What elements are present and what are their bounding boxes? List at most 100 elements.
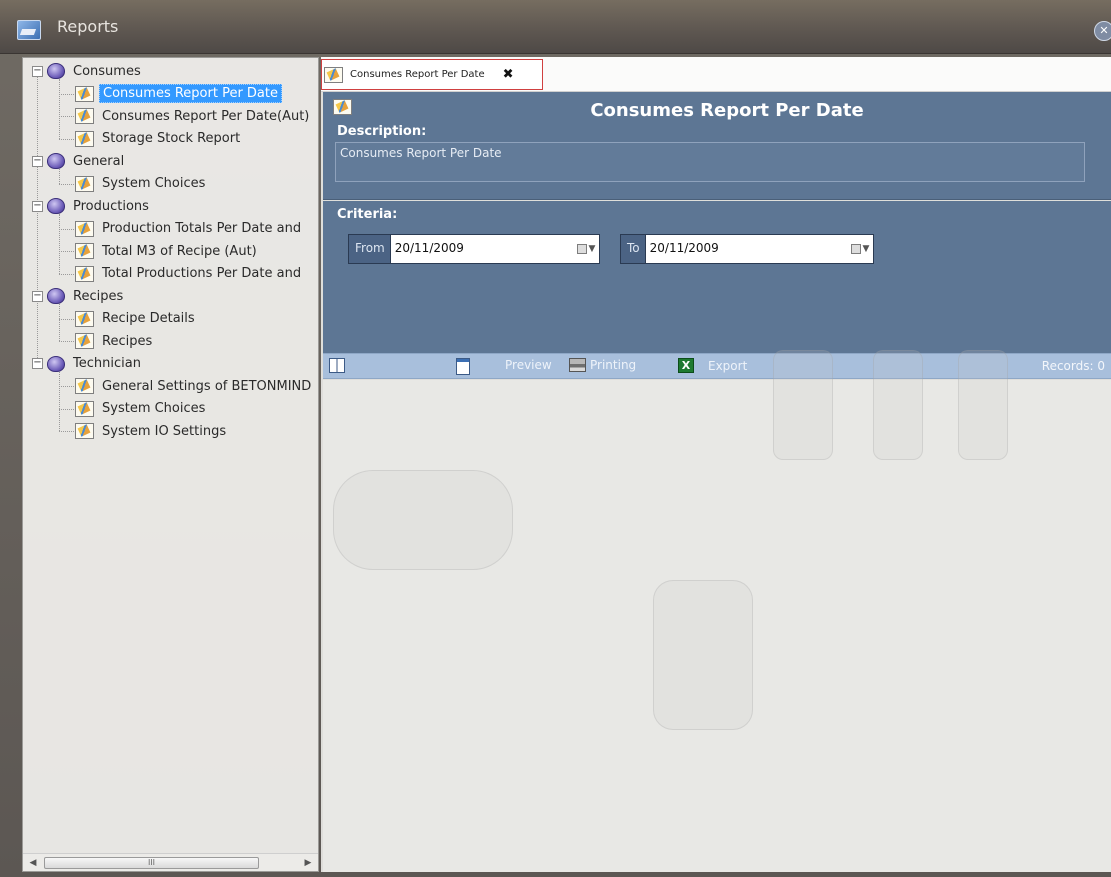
background-decoration [958,350,1008,460]
excel-icon: X [678,358,694,373]
tree-category-general[interactable]: − General [32,151,127,171]
tree-item-recipes[interactable]: Recipes [75,331,155,351]
report-icon [75,220,94,237]
tree-item-storage-stock-report[interactable]: Storage Stock Report [75,129,243,149]
folder-category-icon [47,355,65,372]
title-bar: Reports ✕ [0,0,1111,54]
tree-category-consumes[interactable]: − Consumes [32,61,144,81]
report-icon [75,378,94,394]
from-calendar-dropdown-icon[interactable]: ▼ [573,235,599,263]
tree-item-label: System IO Settings [102,423,227,439]
printing-button[interactable]: Printing [569,358,636,372]
collapse-toggle-icon[interactable]: − [32,290,43,302]
tree-item-label: Total Productions Per Date and [102,266,302,281]
background-decoration [333,470,513,570]
book-button[interactable] [329,358,345,373]
printing-label: Printing [590,358,637,372]
background-decoration [653,580,753,730]
tab-close-icon[interactable]: ✖ [503,67,514,82]
results-area [323,350,1111,872]
from-date-input[interactable]: 20/11/2009 [391,235,573,263]
description-field: Consumes Report Per Date [335,142,1085,182]
tree-category-label: Recipes [73,288,124,304]
tree-item-label: Consumes Report Per Date(Aut) [102,108,310,124]
report-icon [75,175,94,192]
tree-item-total-m3-of-recipe-aut[interactable]: Total M3 of Recipe (Aut) [75,241,260,261]
tree-category-productions[interactable]: − Productions [32,196,152,216]
reports-app-icon [17,20,41,40]
tree-item-label: System Choices [102,401,206,416]
to-date-field[interactable]: To 20/11/2009 ▼ [620,234,874,264]
tree-category-technician[interactable]: − Technician [32,354,144,374]
report-tree-panel: − Consumes Consumes Report Per Date Consume… [22,57,319,872]
collapse-toggle-icon[interactable]: − [32,65,43,77]
report-icon [75,265,94,282]
tree-item-label: Total M3 of Recipe (Aut) [102,243,257,259]
collapse-toggle-icon[interactable]: − [32,358,43,369]
report-tree: − Consumes Consumes Report Per Date Consume… [23,58,318,853]
scroll-left-arrow-icon[interactable]: ◀ [26,856,40,870]
report-icon [75,108,94,124]
scrollbar-thumb[interactable]: III [44,857,259,869]
tree-category-label: Productions [73,198,149,214]
tree-item-consumes-report-per-date-aut[interactable]: Consumes Report Per Date(Aut) [75,106,312,126]
tree-item-general-settings-of-betonmind[interactable]: General Settings of BETONMIND [75,376,314,396]
to-label: To [621,235,646,263]
tree-item-system-choices[interactable]: System Choices [75,399,208,419]
export-button[interactable]: X Export [678,358,747,373]
report-icon [75,85,94,102]
tree-item-production-totals-per-date-and[interactable]: Production Totals Per Date and [75,219,304,239]
printer-icon [569,358,586,372]
preview-button[interactable]: Preview [501,358,552,372]
report-icon [75,400,94,417]
report-icon [75,333,94,349]
background-decoration [873,350,923,460]
report-view-icon [456,358,470,375]
report-header: Consumes Report Per Date Description: Co… [323,92,1111,200]
book-icon [329,358,345,373]
window-title: Reports [57,17,119,36]
tree-category-label: General [73,153,125,169]
tree-item-label: General Settings of BETONMIND [102,378,312,394]
report-title: Consumes Report Per Date [590,100,864,121]
from-date-field[interactable]: From 20/11/2009 ▼ [348,234,600,264]
description-label: Description: [337,124,427,139]
folder-category-icon [47,63,65,79]
preview-label: Preview [505,358,552,372]
tree-item-total-productions-per-date-and[interactable]: Total Productions Per Date and [75,264,304,284]
export-label: Export [708,358,748,373]
tree-category-label: Consumes [73,63,141,79]
tree-item-consumes-report-per-date[interactable]: Consumes Report Per Date [75,84,282,104]
criteria-section: Criteria: From 20/11/2009 ▼ To 20/11/200… [323,201,1111,353]
report-view-button[interactable] [456,358,470,375]
tree-item-label: Recipes [102,333,153,349]
scroll-right-arrow-icon[interactable]: ▶ [301,856,315,870]
tree-item-label: Consumes Report Per Date [99,84,282,103]
report-icon [75,423,94,439]
criteria-label: Criteria: [337,207,398,222]
tree-item-label: System Choices [102,176,206,191]
tree-category-label: Technician [73,356,141,371]
collapse-toggle-icon[interactable]: − [32,155,43,167]
collapse-toggle-icon[interactable]: − [32,200,43,212]
records-count: Records: 0 [1041,359,1105,373]
tab-strip: Consumes Report Per Date ✖ [321,57,1111,92]
tree-item-label: Production Totals Per Date and [102,221,302,236]
tab-label: Consumes Report Per Date [350,69,485,80]
report-content-panel: Consumes Report Per Date ✖ Consumes Repo… [321,57,1111,872]
report-icon [324,66,343,83]
tree-item-recipe-details[interactable]: Recipe Details [75,309,198,329]
report-icon [75,130,94,147]
tab-consumes-report-per-date[interactable]: Consumes Report Per Date ✖ [321,59,543,90]
report-icon [75,243,94,259]
close-icon[interactable]: ✕ [1094,21,1111,41]
tree-item-label: Storage Stock Report [102,131,241,146]
tree-category-recipes[interactable]: − Recipes [32,286,126,306]
tree-item-system-choices[interactable]: System Choices [75,174,208,194]
folder-category-icon [47,198,65,214]
background-decoration [773,350,833,460]
to-calendar-dropdown-icon[interactable]: ▼ [847,235,873,263]
to-date-input[interactable]: 20/11/2009 [646,235,847,263]
tree-item-system-io-settings[interactable]: System IO Settings [75,421,229,441]
tree-horizontal-scrollbar[interactable]: ◀ III ▶ [23,853,318,871]
